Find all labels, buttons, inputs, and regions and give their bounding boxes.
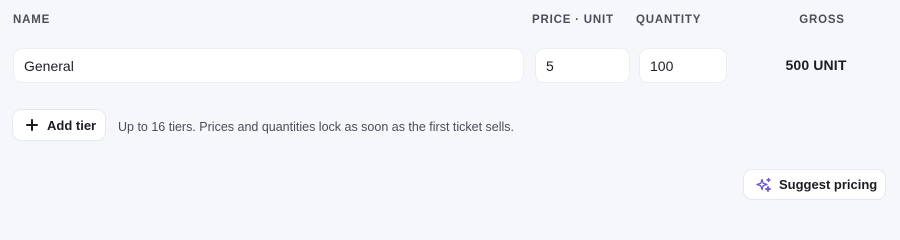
- sparkle-icon: [756, 177, 772, 193]
- suggest-pricing-button[interactable]: Suggest pricing: [743, 169, 886, 200]
- suggest-pricing-label: Suggest pricing: [779, 177, 878, 192]
- column-header-price: PRICE · UNIT: [532, 14, 614, 26]
- tier-quantity-input[interactable]: [639, 48, 727, 83]
- plus-icon: [26, 119, 38, 131]
- add-tier-button[interactable]: Add tier: [12, 109, 106, 141]
- tier-price-input[interactable]: [535, 48, 630, 83]
- add-tier-label: Add tier: [47, 117, 97, 133]
- column-header-gross: GROSS: [799, 14, 845, 26]
- column-header-quantity: QUANTITY: [636, 14, 702, 26]
- tier-gross-value: 500 UNIT: [785, 57, 847, 73]
- tier-name-input[interactable]: [13, 48, 524, 83]
- add-tier-hint: Up to 16 tiers. Prices and quantities lo…: [118, 120, 515, 134]
- column-header-name: NAME: [13, 14, 51, 26]
